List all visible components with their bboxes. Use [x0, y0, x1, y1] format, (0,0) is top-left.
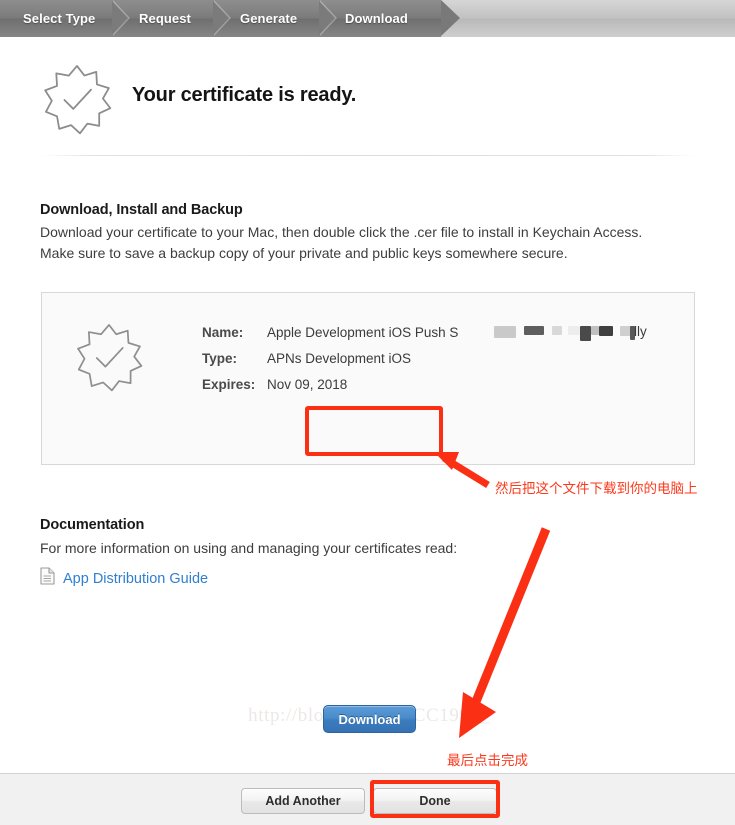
footer-bar: Add Another Done	[0, 773, 735, 825]
breadcrumb-separator-3	[319, 0, 337, 36]
documentation-link-row[interactable]: App Distribution Guide	[40, 567, 208, 590]
add-another-button-label: Add Another	[265, 794, 341, 808]
redacted-name-blocks: lly	[494, 324, 647, 341]
certificate-card: Name: Apple Development iOS Push S Type:…	[41, 292, 695, 733]
done-button[interactable]: Done	[373, 788, 497, 814]
breadcrumb-step-label: Select Type	[23, 11, 96, 26]
download-section-body: Download your certificate to your Mac, t…	[40, 224, 643, 261]
breadcrumb-step-label: Download	[345, 11, 408, 26]
breadcrumb-step-label: Generate	[240, 11, 298, 26]
breadcrumb-separator-1	[112, 0, 130, 36]
header-divider	[40, 155, 695, 156]
download-button-label: Download	[338, 711, 401, 727]
breadcrumb-step-label: Request	[139, 11, 191, 26]
breadcrumb-step-generate[interactable]: Generate	[240, 0, 297, 37]
annotation-note-done: 最后点击完成	[447, 753, 528, 769]
add-another-button[interactable]: Add Another	[241, 788, 365, 814]
field-value-expires: Nov 09, 2018	[267, 377, 348, 392]
documentation-heading: Documentation	[40, 517, 145, 533]
annotation-note-download: 然后把这个文件下载到你的电脑上	[495, 481, 698, 497]
redacted-name-tail: lly	[634, 324, 647, 339]
breadcrumb-arrow-point	[441, 0, 460, 36]
documentation-body: For more information on using and managi…	[40, 540, 458, 556]
breadcrumb-step-download[interactable]: Download	[345, 0, 408, 37]
page-title: Your certificate is ready.	[132, 84, 357, 106]
download-section-heading: Download, Install and Backup	[40, 202, 243, 218]
document-page-icon	[40, 567, 55, 590]
field-label-type: Type:	[202, 351, 238, 366]
field-label-expires: Expires:	[202, 377, 256, 392]
field-value-name: Apple Development iOS Push S	[267, 325, 459, 340]
field-value-type: APNs Development iOS	[267, 351, 412, 366]
app-distribution-guide-link[interactable]: App Distribution Guide	[63, 571, 208, 587]
certificate-starburst-check-icon	[73, 322, 145, 394]
done-button-label: Done	[419, 794, 451, 808]
field-label-name: Name:	[202, 325, 244, 340]
hero-section: Your certificate is ready.	[0, 37, 735, 157]
breadcrumb: Select Type Request Generate Download	[0, 0, 735, 37]
breadcrumb-step-select-type[interactable]: Select Type	[23, 0, 95, 37]
breadcrumb-separator-2	[213, 0, 231, 36]
certificate-starburst-check-icon	[40, 63, 114, 137]
download-button[interactable]: Download	[323, 705, 416, 733]
breadcrumb-step-request[interactable]: Request	[139, 0, 191, 37]
